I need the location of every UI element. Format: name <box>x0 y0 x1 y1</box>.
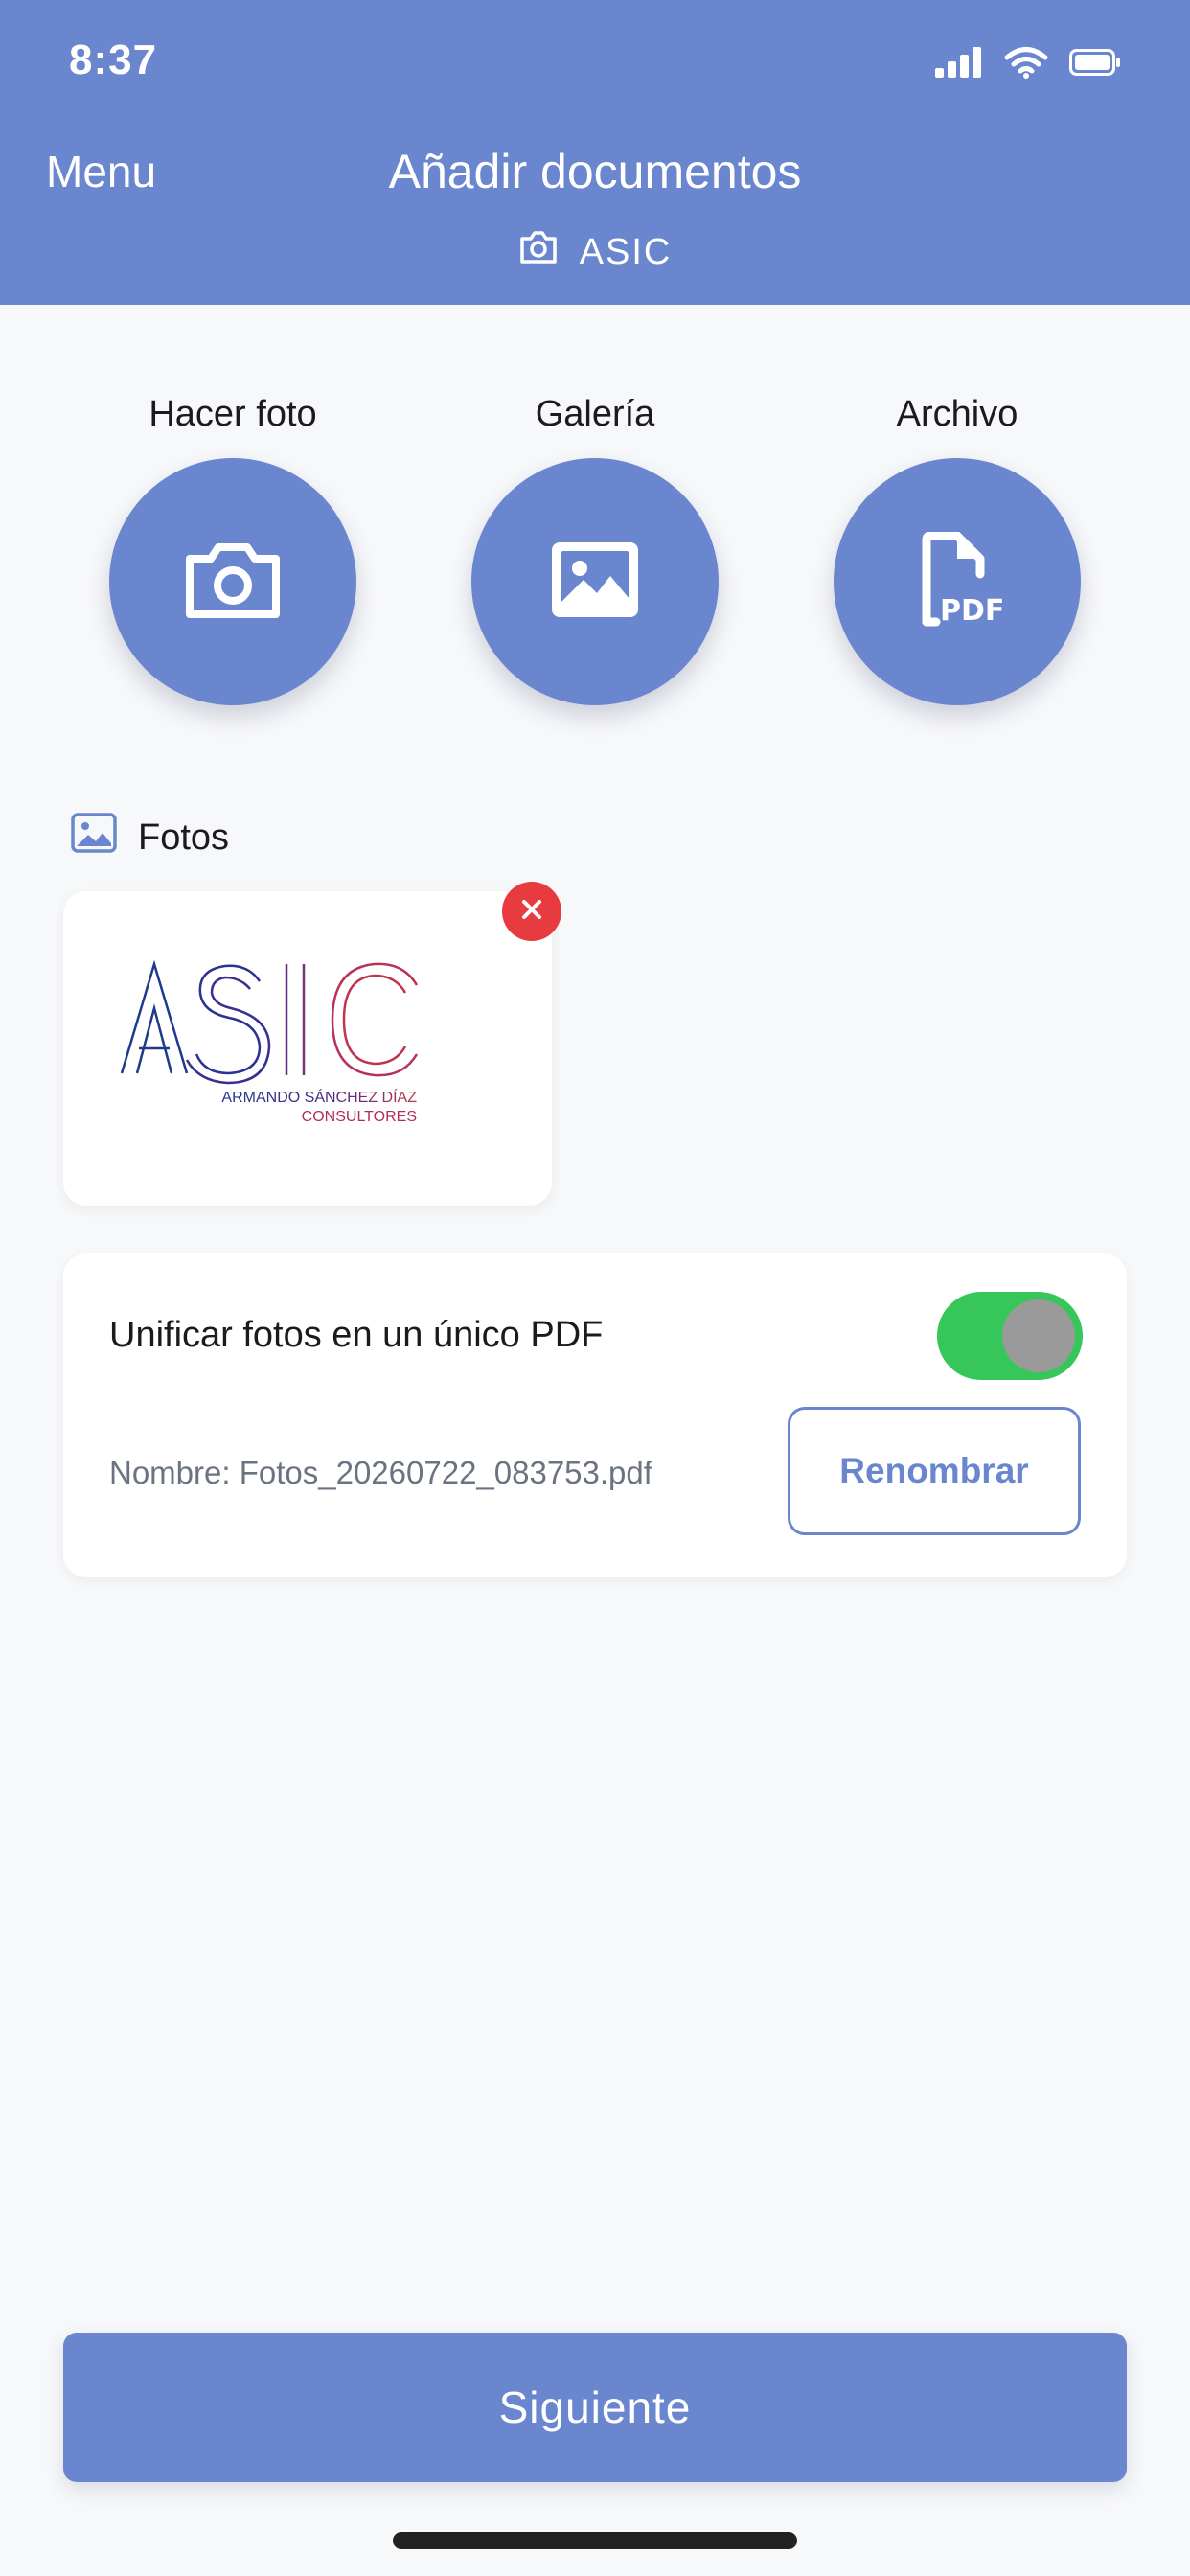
take-photo-button[interactable] <box>109 458 356 705</box>
camera-icon <box>518 230 559 274</box>
file-label: Archivo <box>896 394 1018 434</box>
page-title: Añadir documentos <box>388 145 802 198</box>
nav-subtitle: ASIC <box>0 230 1190 274</box>
wifi-icon <box>1004 46 1048 83</box>
camera-icon <box>182 540 284 625</box>
image-icon <box>549 540 641 625</box>
photos-section-title: Fotos <box>71 813 229 862</box>
logo-line1: ARMANDO SÁNCHEZ DÍAZ <box>221 1088 417 1106</box>
logo-line2: CONSULTORES <box>302 1109 417 1125</box>
take-photo-action: Hacer foto <box>109 387 356 705</box>
header: 8:37 Menu Añadir documentos ASIC <box>0 0 1190 305</box>
svg-text:PDF: PDF <box>940 594 1004 628</box>
gallery-label: Galería <box>535 394 655 434</box>
subtitle-text: ASIC <box>579 231 673 272</box>
pdf-file-icon: PDF <box>909 531 1005 632</box>
close-icon <box>520 898 543 926</box>
file-action: Archivo PDF <box>834 387 1081 705</box>
photo-thumbnail[interactable]: ARMANDO SÁNCHEZ DÍAZ CONSULTORES <box>63 891 552 1206</box>
image-icon <box>71 813 117 862</box>
unify-pdf-toggle[interactable] <box>937 1292 1083 1380</box>
unify-pdf-label: Unificar fotos en un único PDF <box>109 1315 604 1355</box>
battery-icon <box>1069 49 1121 80</box>
file-name-text: Nombre: Fotos_20260722_083753.pdf <box>109 1455 652 1490</box>
status-icons <box>935 46 1121 83</box>
gallery-action: Galería <box>471 387 719 705</box>
home-indicator <box>393 2532 797 2549</box>
next-button[interactable]: Siguiente <box>63 2333 1127 2482</box>
toggle-knob <box>1002 1300 1075 1372</box>
photos-label: Fotos <box>138 816 230 858</box>
rename-button[interactable]: Renombrar <box>788 1407 1081 1535</box>
asic-logo: ARMANDO SÁNCHEZ DÍAZ CONSULTORES <box>116 959 499 1138</box>
status-time: 8:37 <box>69 36 158 83</box>
remove-photo-button[interactable] <box>502 882 561 941</box>
gallery-button[interactable] <box>471 458 719 705</box>
take-photo-label: Hacer foto <box>149 394 317 434</box>
document-source-actions: Hacer foto Galería Archivo PDF <box>0 387 1190 705</box>
pdf-options-card: Unificar fotos en un único PDF Nombre: F… <box>63 1254 1127 1577</box>
signal-icon <box>935 47 983 82</box>
file-button[interactable]: PDF <box>834 458 1081 705</box>
